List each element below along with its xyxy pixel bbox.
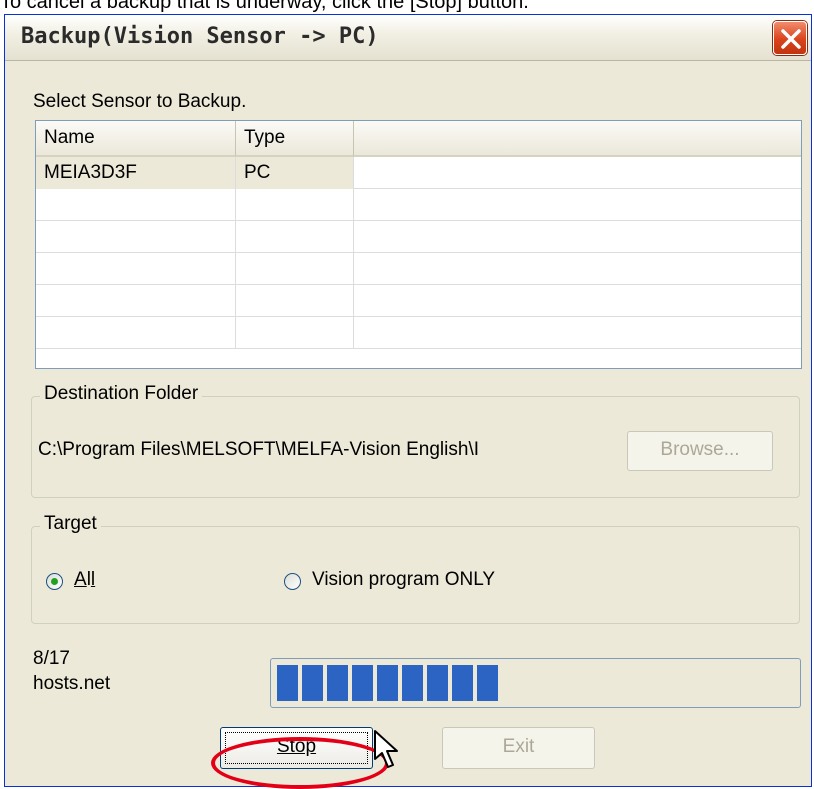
title-bar[interactable]: Backup(Vision Sensor -> PC) xyxy=(5,15,811,61)
all-radio-label[interactable]: All xyxy=(74,569,95,591)
table-row[interactable] xyxy=(36,253,801,285)
sensor-list-header: Name Type xyxy=(36,121,801,157)
sensor-name-cell: MEIA3D3F xyxy=(36,157,236,189)
sensor-list[interactable]: Name Type MEIA3D3F PC xyxy=(35,120,802,369)
sensor-name-cell xyxy=(36,253,236,285)
sensor-name-cell xyxy=(36,285,236,317)
highlight-oval xyxy=(211,737,389,789)
browse-button[interactable]: Browse... xyxy=(627,431,773,471)
select-sensor-label: Select Sensor to Backup. xyxy=(33,91,247,112)
sensor-type-cell xyxy=(236,317,354,349)
target-label: Target xyxy=(40,513,101,535)
blank-cell xyxy=(354,285,801,317)
table-row[interactable] xyxy=(36,221,801,253)
progress-segment xyxy=(327,665,348,701)
exit-button[interactable]: Exit xyxy=(442,727,595,769)
current-file: hosts.net xyxy=(33,673,111,694)
close-button[interactable] xyxy=(773,21,807,55)
progress-segment xyxy=(427,665,448,701)
sensor-type-cell xyxy=(236,253,354,285)
table-row[interactable] xyxy=(36,189,801,221)
sensor-type-cell xyxy=(236,221,354,253)
destination-folder-label: Destination Folder xyxy=(40,383,203,405)
backup-dialog: Backup(Vision Sensor -> PC) Select Senso… xyxy=(4,14,812,789)
blank-cell xyxy=(354,221,801,253)
sensor-name-cell xyxy=(36,189,236,221)
vision-program-only-radio[interactable] xyxy=(284,573,301,590)
table-row[interactable] xyxy=(36,317,801,349)
mouse-pointer-icon xyxy=(374,730,398,768)
progress-segment xyxy=(352,665,373,701)
progress-segment xyxy=(452,665,473,701)
close-icon xyxy=(781,29,801,49)
all-radio[interactable] xyxy=(46,573,63,590)
sensor-name-cell xyxy=(36,221,236,253)
table-row[interactable] xyxy=(36,285,801,317)
dialog-title: Backup(Vision Sensor -> PC) xyxy=(21,24,379,49)
sensor-type-cell xyxy=(236,189,354,221)
blank-cell xyxy=(354,253,801,285)
progress-segment xyxy=(402,665,423,701)
progress-segment xyxy=(377,665,398,701)
sensor-name-cell xyxy=(36,317,236,349)
blank-cell xyxy=(354,157,801,189)
browse-button-label: Browse... xyxy=(660,439,740,460)
blank-cell xyxy=(354,317,801,349)
vision-program-only-label[interactable]: Vision program ONLY xyxy=(312,569,495,591)
column-name-header[interactable]: Name xyxy=(36,121,236,157)
sensor-type-cell xyxy=(236,285,354,317)
sensor-type-cell: PC xyxy=(236,157,354,189)
blank-cell xyxy=(354,189,801,221)
exit-button-label: Exit xyxy=(502,736,535,757)
backup-progress-bar xyxy=(270,658,801,708)
progress-count: 8/17 xyxy=(33,648,70,669)
destination-path: C:\Program Files\MELSOFT\MELFA-Vision En… xyxy=(38,439,479,460)
radio-selected-dot xyxy=(51,578,58,585)
target-group: Target All Vision program ONLY xyxy=(31,513,800,624)
column-type-header[interactable]: Type xyxy=(236,121,354,157)
column-blank-header[interactable] xyxy=(354,121,801,157)
table-row[interactable]: MEIA3D3F PC xyxy=(36,157,801,189)
progress-segment xyxy=(277,665,298,701)
progress-segment xyxy=(477,665,498,701)
instruction-caption: To cancel a backup that is underway, cli… xyxy=(0,0,529,13)
progress-segment xyxy=(302,665,323,701)
destination-folder-group: Destination Folder C:\Program Files\MELS… xyxy=(31,383,800,498)
